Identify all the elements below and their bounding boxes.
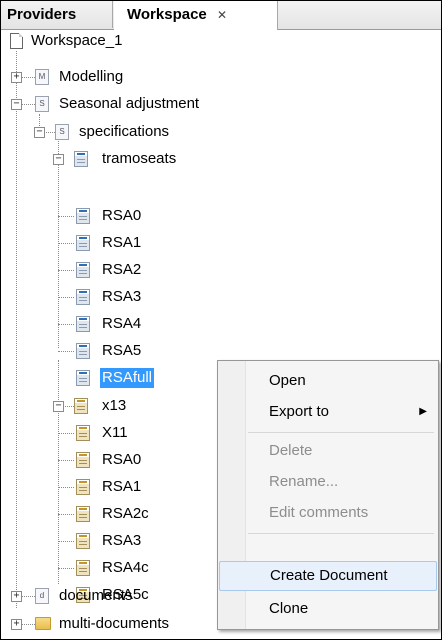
spec-icon <box>76 289 90 305</box>
spec-icon <box>76 262 90 278</box>
tree-line <box>21 77 35 78</box>
seasonal-adjustment-icon: S <box>35 96 49 112</box>
tree-node-workspace[interactable]: Workspace_1 <box>31 31 122 51</box>
tree-node-tramoseats-rsa4[interactable]: RSA4 <box>102 314 141 334</box>
tree-line <box>58 243 74 244</box>
tree-node-documents[interactable]: documents <box>59 586 132 606</box>
tree-node-seasonal-adjustment[interactable]: Seasonal adjustment <box>59 94 199 114</box>
tree-node-x13[interactable]: x13 <box>102 396 126 416</box>
tree-line <box>21 624 35 625</box>
collapse-icon[interactable]: − <box>34 127 45 138</box>
menu-item-edit-comments[interactable]: Edit comments <box>219 498 437 528</box>
collapse-icon[interactable]: − <box>53 401 64 412</box>
menu-item-rename-label: Rename... <box>269 473 339 490</box>
spec-icon <box>76 506 90 522</box>
tree-line <box>58 541 74 542</box>
tree-node-multi-documents[interactable]: multi-documents <box>59 614 169 634</box>
spec-icon <box>76 560 90 576</box>
expand-icon[interactable]: + <box>11 619 22 630</box>
menu-item-export-to[interactable]: Export to ▶ <box>219 397 437 427</box>
tree-line <box>58 216 74 217</box>
menu-item-create-document[interactable]: Create Document <box>219 561 437 591</box>
tree-node-tramoseats-rsa3[interactable]: RSA3 <box>102 287 141 307</box>
tree-node-x13-x11[interactable]: X11 <box>102 423 128 443</box>
menu-item-create-document-label: Create Document <box>270 567 388 584</box>
tree-node-x13-rsa2c[interactable]: RSA2c <box>102 504 149 524</box>
close-icon[interactable]: ✕ <box>217 2 227 29</box>
tree-line <box>58 433 74 434</box>
workspace-window: Providers Workspace ✕ Workspace_1 + M Mo… <box>0 0 442 640</box>
tree-node-tramoseats[interactable]: tramoseats <box>102 149 176 169</box>
collapse-icon[interactable]: − <box>53 154 64 165</box>
workspace-icon <box>10 33 23 49</box>
tree-line <box>58 487 74 488</box>
modelling-icon: M <box>35 69 49 85</box>
expand-icon[interactable]: + <box>11 72 22 83</box>
menu-item-open[interactable]: Open <box>219 366 437 396</box>
tree-node-x13-rsa3[interactable]: RSA3 <box>102 531 141 551</box>
collapse-icon[interactable]: − <box>11 99 22 110</box>
menu-separator <box>248 533 434 534</box>
menu-item-clone-label: Clone <box>269 600 309 617</box>
tree-node-tramoseats-rsa1[interactable]: RSA1 <box>102 233 141 253</box>
menu-item-rename[interactable]: Rename... <box>219 467 437 497</box>
tree-line <box>58 568 74 569</box>
menu-separator <box>248 432 434 433</box>
context-menu: Open Export to ▶ Delete Rename... Edit c… <box>217 360 439 630</box>
tree-node-x13-rsa0[interactable]: RSA0 <box>102 450 141 470</box>
tree-node-modelling[interactable]: Modelling <box>59 67 123 87</box>
expand-icon[interactable]: + <box>11 591 22 602</box>
tree-line <box>16 51 17 608</box>
specifications-icon: S <box>55 124 69 140</box>
submenu-arrow-icon: ▶ <box>419 406 427 417</box>
tree-line <box>58 514 74 515</box>
tramoseats-icon <box>74 151 88 167</box>
spec-icon <box>76 208 90 224</box>
tree-node-specifications[interactable]: specifications <box>79 122 169 142</box>
menu-item-clone[interactable]: Clone <box>219 594 437 624</box>
tab-bar: Providers Workspace ✕ <box>1 1 441 30</box>
folder-icon <box>35 617 51 630</box>
tab-workspace[interactable]: Workspace ✕ <box>114 1 278 30</box>
tab-workspace-label: Workspace <box>127 6 207 23</box>
tree-line <box>58 324 74 325</box>
tab-providers[interactable]: Providers <box>1 1 113 28</box>
tree-line <box>58 460 74 461</box>
spec-icon <box>76 533 90 549</box>
menu-item-edit-comments-label: Edit comments <box>269 504 369 521</box>
x13-icon <box>74 398 88 414</box>
spec-icon <box>76 316 90 332</box>
menu-item-export-to-label: Export to <box>269 403 330 420</box>
spec-icon <box>76 479 90 495</box>
documents-icon: d <box>35 588 49 604</box>
spec-icon <box>76 343 90 359</box>
tab-providers-label: Providers <box>7 6 77 23</box>
tree-line <box>58 270 74 271</box>
spec-icon <box>76 370 90 386</box>
tree-line <box>21 104 35 105</box>
tree-node-tramoseats-rsa0[interactable]: RSA0 <box>102 206 141 226</box>
tree-line <box>58 360 59 584</box>
menu-item-open-label: Open <box>269 372 306 389</box>
spec-icon <box>76 425 90 441</box>
tree-node-x13-rsa1[interactable]: RSA1 <box>102 477 141 497</box>
menu-item-delete-label: Delete <box>269 442 313 459</box>
tree-node-tramoseats-rsa5[interactable]: RSA5 <box>102 341 141 361</box>
spec-icon <box>76 235 90 251</box>
tree-line <box>58 297 74 298</box>
spec-icon <box>76 452 90 468</box>
tree-line <box>21 596 35 597</box>
menu-item-delete[interactable]: Delete <box>219 436 437 466</box>
tree-node-tramoseats-rsa2[interactable]: RSA2 <box>102 260 141 280</box>
tree-node-x13-rsa4c[interactable]: RSA4c <box>102 558 149 578</box>
tree-line <box>58 351 74 352</box>
tree-node-tramoseats-rsafull[interactable]: RSAfull <box>100 368 155 388</box>
